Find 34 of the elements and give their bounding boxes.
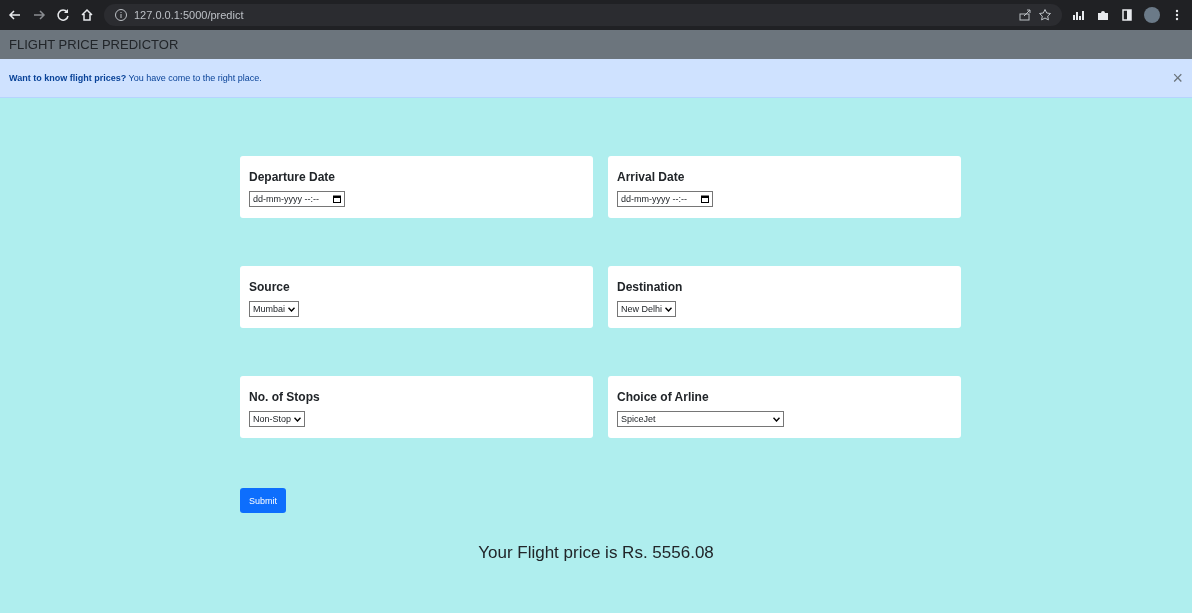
datetime-field[interactable]: dd-mm-yyyy --:--: [249, 191, 345, 207]
sidebar-icon[interactable]: [1120, 8, 1134, 22]
alert-text: Want to know flight prices? You have come to the right place.: [9, 73, 262, 83]
star-icon[interactable]: [1038, 8, 1052, 22]
caret-icon: [294, 416, 302, 422]
caret-icon: [773, 416, 780, 422]
calendar-icon: [701, 195, 709, 203]
field-label: Destination: [617, 280, 684, 294]
calendar-icon: [333, 195, 341, 203]
field-label: Choice of Arline: [617, 390, 710, 404]
avatar-icon[interactable]: [1144, 7, 1160, 23]
result-text: Your Flight price is Rs. 5556.08: [477, 543, 715, 563]
submit-button[interactable]: Submit: [240, 488, 286, 513]
field-label: Source: [249, 280, 291, 294]
select-field[interactable]: Mumbai: [249, 301, 299, 317]
select-field[interactable]: Non-Stop: [249, 411, 306, 427]
url-text: 127.0.0.1:5000/predict: [134, 9, 244, 21]
caret-icon: [665, 306, 672, 312]
info-icon: [114, 8, 128, 22]
field-label: Arrival Date: [617, 170, 686, 184]
datetime-field[interactable]: dd-mm-yyyy --:--: [617, 191, 713, 207]
address-bar[interactable]: 127.0.0.1:5000/predict: [104, 4, 1062, 26]
back-icon[interactable]: [8, 8, 22, 22]
field-label: Departure Date: [249, 170, 337, 184]
caret-icon: [288, 306, 295, 312]
field-label: No. of Stops: [249, 390, 321, 404]
select-field[interactable]: New Delhi: [617, 301, 676, 317]
home-icon[interactable]: [80, 8, 94, 22]
forward-icon[interactable]: [32, 8, 46, 22]
select-field[interactable]: SpiceJet: [617, 411, 784, 427]
close-button[interactable]: ×: [1172, 67, 1183, 89]
share-icon[interactable]: [1018, 8, 1032, 22]
chart-icon[interactable]: [1072, 8, 1086, 22]
reload-icon[interactable]: [56, 8, 70, 22]
